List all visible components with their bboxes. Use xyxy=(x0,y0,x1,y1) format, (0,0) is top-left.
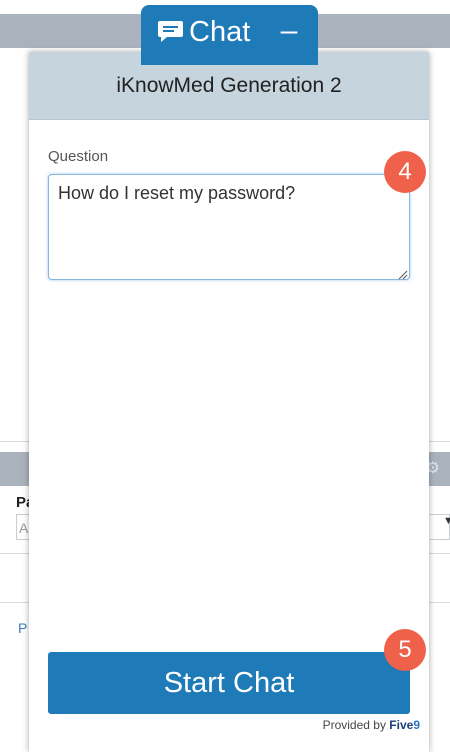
minimize-button[interactable]: – xyxy=(271,11,307,51)
brand-logo-nine: 9 xyxy=(413,718,420,732)
brand-logo-five: Five xyxy=(389,718,414,732)
question-label: Question xyxy=(48,148,109,165)
chat-tab-title: Chat xyxy=(189,16,251,48)
start-chat-button[interactable]: Start Chat xyxy=(48,652,410,714)
callout-marker: 5 xyxy=(384,629,426,671)
callout-marker: 4 xyxy=(384,151,426,193)
background-link[interactable]: P xyxy=(18,620,27,636)
provided-by-footer: Provided by Five9 xyxy=(29,718,420,732)
chat-window: iKnowMed Generation 2 Question How do I … xyxy=(29,52,429,752)
chat-tab[interactable]: Chat – xyxy=(141,5,318,65)
chevron-down-icon: ▼ xyxy=(443,515,450,527)
chat-header-title: iKnowMed Generation 2 xyxy=(116,74,342,97)
resize-grip-icon[interactable] xyxy=(398,267,408,280)
chat-bubble-icon xyxy=(157,20,184,44)
provided-by-label: Provided by xyxy=(322,718,390,732)
question-field[interactable]: How do I reset my password? xyxy=(48,174,410,280)
